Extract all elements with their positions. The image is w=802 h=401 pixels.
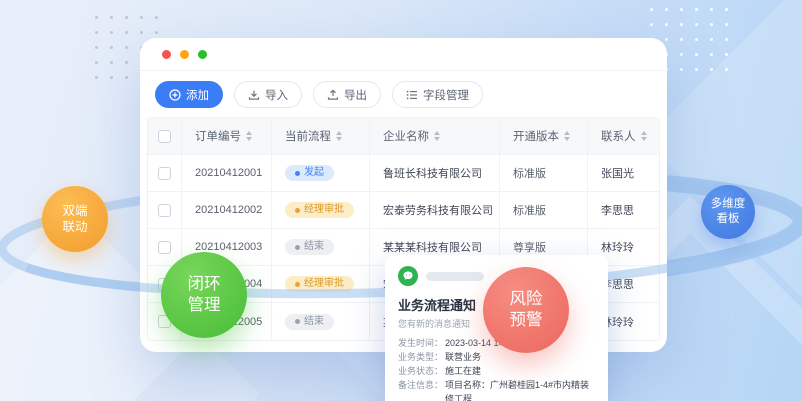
wechat-chat-icon xyxy=(398,266,418,286)
export-button[interactable]: 导出 xyxy=(313,81,381,108)
status-dot-icon xyxy=(295,319,300,324)
status-dot-icon xyxy=(295,171,300,176)
plus-circle-icon xyxy=(169,89,181,101)
window-titlebar xyxy=(140,38,667,71)
status-dot-icon xyxy=(295,208,300,213)
badge-text: 看板 xyxy=(717,212,740,227)
add-button-label: 添加 xyxy=(186,87,209,103)
page: 添加 导入 导出 xyxy=(0,0,802,401)
window-maximize-button[interactable] xyxy=(198,50,207,59)
column-header-contact[interactable]: 联系人 xyxy=(588,118,659,154)
remark-line: 项目名称：广州碧桂园1-4#市内精装修工程 xyxy=(445,378,595,401)
badge-text: 管理 xyxy=(188,295,221,316)
cell-order: 20210412001 xyxy=(182,155,272,191)
badge-closed-loop: 闭环 管理 xyxy=(161,252,247,338)
sender-placeholder xyxy=(426,272,484,281)
column-header-company[interactable]: 企业名称 xyxy=(370,118,500,154)
status-pill: 经理审批 xyxy=(285,276,354,292)
window-close-button[interactable] xyxy=(162,50,171,59)
export-button-label: 导出 xyxy=(344,87,367,103)
cell-company: 宏泰劳务科技有限公司 xyxy=(370,192,500,228)
cell-status: 结束 xyxy=(272,229,370,265)
cell-contact: 张国光 xyxy=(588,155,659,191)
column-header-label: 联系人 xyxy=(601,128,636,144)
select-all-cell xyxy=(148,118,182,154)
column-header-label: 当前流程 xyxy=(285,128,331,144)
status-dot-icon xyxy=(295,245,300,250)
notification-fields: 发生时间： 2023-03-14 14:2 业务类型： 联营业务 业务状态： 施… xyxy=(398,336,595,401)
sort-icon[interactable] xyxy=(246,131,252,141)
field-label: 发生时间： xyxy=(398,336,445,350)
remark-lines: 项目名称：广州碧桂园1-4#市内精装修工程 合同名称：广州碧桂园1-4#市内精装… xyxy=(445,378,595,401)
cell-version: 标准版 xyxy=(500,155,588,191)
column-header-order[interactable]: 订单编号 xyxy=(182,118,272,154)
badge-text: 风险 xyxy=(510,289,543,310)
badge-multi-dashboard: 多维度 看板 xyxy=(701,185,755,239)
select-all-checkbox[interactable] xyxy=(158,130,171,143)
field-label: 备注信息： xyxy=(398,378,445,401)
cell-company: 鲁班长科技有限公司 xyxy=(370,155,500,191)
field-list-icon xyxy=(406,89,418,101)
row-checkbox[interactable] xyxy=(158,167,171,180)
status-pill: 结束 xyxy=(285,314,334,330)
cell-contact: 李思思 xyxy=(588,192,659,228)
column-header-label: 企业名称 xyxy=(383,128,429,144)
import-button-label: 导入 xyxy=(265,87,288,103)
row-checkbox[interactable] xyxy=(158,204,171,217)
badge-text: 双端 xyxy=(62,203,87,219)
export-icon xyxy=(327,89,339,101)
field-label: 业务类型： xyxy=(398,350,445,364)
badge-dual-linkage: 双端 联动 xyxy=(42,186,108,252)
column-header-version[interactable]: 开通版本 xyxy=(500,118,588,154)
sort-icon[interactable] xyxy=(336,131,342,141)
status-dot-icon xyxy=(295,282,300,287)
cell-order: 20210412002 xyxy=(182,192,272,228)
column-header-status[interactable]: 当前流程 xyxy=(272,118,370,154)
column-header-label: 订单编号 xyxy=(195,128,241,144)
status-pill: 发起 xyxy=(285,165,334,181)
table-row[interactable]: 20210412002 经理审批宏泰劳务科技有限公司标准版李思思 xyxy=(148,192,659,229)
import-button[interactable]: 导入 xyxy=(234,81,302,108)
table-row[interactable]: 20210412001 发起 鲁班长科技有限公司标准版张国光 xyxy=(148,155,659,192)
field-state: 业务状态： 施工在建 xyxy=(398,364,595,378)
field-value: 联营业务 xyxy=(445,350,481,364)
cell-status: 经理审批 xyxy=(272,266,370,302)
status-pill: 经理审批 xyxy=(285,202,354,218)
row-checkbox-cell xyxy=(148,229,182,265)
sort-icon[interactable] xyxy=(641,131,647,141)
badge-text: 多维度 xyxy=(711,197,746,212)
sort-icon[interactable] xyxy=(564,131,570,141)
add-button[interactable]: 添加 xyxy=(155,81,223,108)
badge-text: 闭环 xyxy=(188,274,221,295)
badge-text: 联动 xyxy=(62,219,87,235)
row-checkbox[interactable] xyxy=(158,241,171,254)
field-label: 业务状态： xyxy=(398,364,445,378)
toolbar: 添加 导入 导出 xyxy=(140,71,667,108)
window-minimize-button[interactable] xyxy=(180,50,189,59)
row-checkbox-cell xyxy=(148,155,182,191)
table-header-row: 订单编号 当前流程 企业名称 开通版本 联系人 xyxy=(148,118,659,155)
status-pill: 结束 xyxy=(285,239,334,255)
cell-version: 标准版 xyxy=(500,192,588,228)
cell-status: 发起 xyxy=(272,155,370,191)
cell-status: 结束 xyxy=(272,303,370,340)
field-type: 业务类型： 联营业务 xyxy=(398,350,595,364)
import-icon xyxy=(248,89,260,101)
badge-text: 预警 xyxy=(510,310,543,331)
cell-status: 经理审批 xyxy=(272,192,370,228)
badge-risk-warning: 风险 预警 xyxy=(483,267,569,353)
column-header-label: 开通版本 xyxy=(513,128,559,144)
field-manage-button[interactable]: 字段管理 xyxy=(392,81,483,108)
field-manage-button-label: 字段管理 xyxy=(423,87,469,103)
field-remark: 备注信息： 项目名称：广州碧桂园1-4#市内精装修工程 合同名称：广州碧桂园1-… xyxy=(398,378,595,401)
sort-icon[interactable] xyxy=(434,131,440,141)
field-value: 施工在建 xyxy=(445,364,481,378)
row-checkbox-cell xyxy=(148,192,182,228)
